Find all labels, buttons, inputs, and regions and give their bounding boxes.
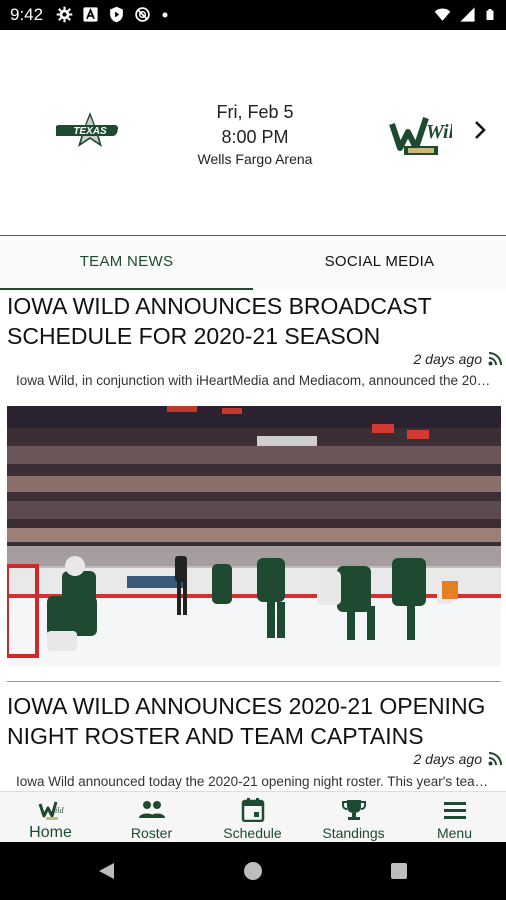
play-protect-icon (110, 6, 123, 23)
wifi-icon (434, 8, 451, 21)
article-time: 2 days ago (413, 751, 483, 767)
game-time: 8:00 PM (221, 127, 289, 147)
nav-schedule[interactable]: Schedule (202, 792, 303, 843)
home-team-logo-text: Wild (426, 121, 452, 143)
people-icon (138, 801, 165, 818)
tab-team-news[interactable]: TEAM NEWS (0, 236, 253, 292)
game-header[interactable]: TEXAS Fri, Feb 5 8:00 PM Wells Fargo Are… (0, 30, 506, 235)
nav-standings[interactable]: Standings (303, 792, 404, 843)
menu-icon (443, 802, 466, 819)
svg-text:ild: ild (55, 806, 64, 815)
article-excerpt: Iowa Wild, in conjunction with iHeartMed… (16, 373, 496, 388)
bottom-nav: ild Home Roster Schedule Standings Menu (0, 791, 506, 842)
rss-icon (488, 352, 502, 366)
article-meta: 2 days ago (282, 751, 502, 769)
news-tabs: TEAM NEWS SOCIAL MEDIA (0, 235, 506, 291)
game-info: Fri, Feb 5 8:00 PM Wells Fargo Arena (170, 100, 340, 168)
wild-logo-icon: ild (38, 801, 64, 820)
article-divider (7, 681, 501, 682)
status-bar: 9:42 (0, 0, 506, 30)
article-meta: 2 days ago (282, 351, 502, 369)
news-feed[interactable]: IOWA WILD ANNOUNCES BROADCAST SCHEDULE F… (0, 291, 506, 791)
away-team-logo-text: TEXAS (73, 126, 107, 137)
iowa-wild-logo: Wild (389, 117, 452, 155)
nav-home-label: Home (29, 824, 72, 841)
nav-roster[interactable]: Roster (101, 792, 202, 843)
settings-icon (56, 6, 73, 23)
app-screen: 9:42 TEXAS Fri, Feb 5 8:00 PM Wells Farg… (0, 0, 506, 900)
article-time: 2 days ago (413, 351, 483, 367)
back-icon[interactable] (96, 861, 116, 881)
no-sim-icon (135, 7, 150, 22)
article-headline[interactable]: IOWA WILD ANNOUNCES 2020-21 OPENING NIGH… (7, 691, 499, 751)
article-photo[interactable] (7, 406, 501, 666)
signal-icon (460, 7, 475, 22)
tab-team-news-label: TEAM NEWS (79, 253, 174, 270)
status-icons-right (434, 6, 496, 23)
texas-stars-logo: TEXAS (56, 112, 119, 147)
tab-active-indicator (0, 288, 253, 290)
game-date: Fri, Feb 5 (216, 102, 294, 122)
dot-icon (162, 12, 168, 17)
nav-menu[interactable]: Menu (404, 792, 505, 843)
nav-standings-label: Standings (322, 825, 385, 841)
battery-icon (486, 9, 494, 20)
nav-home[interactable]: ild Home (0, 792, 101, 843)
chevron-right-icon[interactable] (470, 118, 490, 142)
nav-schedule-label: Schedule (223, 825, 282, 841)
nav-menu-label: Menu (436, 825, 473, 841)
rss-icon (488, 752, 502, 766)
nav-roster-label: Roster (130, 825, 173, 841)
status-time: 9:42 (10, 5, 44, 24)
article-excerpt: Iowa Wild announced today the 2020-21 op… (16, 774, 496, 789)
trophy-icon (341, 800, 366, 820)
game-venue: Wells Fargo Arena (197, 151, 313, 167)
a-icon (83, 7, 98, 22)
status-icons-left (56, 6, 170, 23)
recents-icon[interactable] (390, 862, 408, 880)
system-nav-bar (0, 842, 506, 900)
tab-social-media-label: SOCIAL MEDIA (324, 253, 435, 270)
home-circle-icon[interactable] (243, 861, 263, 881)
tab-social-media[interactable]: SOCIAL MEDIA (253, 236, 506, 292)
article-headline[interactable]: IOWA WILD ANNOUNCES BROADCAST SCHEDULE F… (7, 291, 499, 351)
calendar-icon (241, 798, 264, 822)
